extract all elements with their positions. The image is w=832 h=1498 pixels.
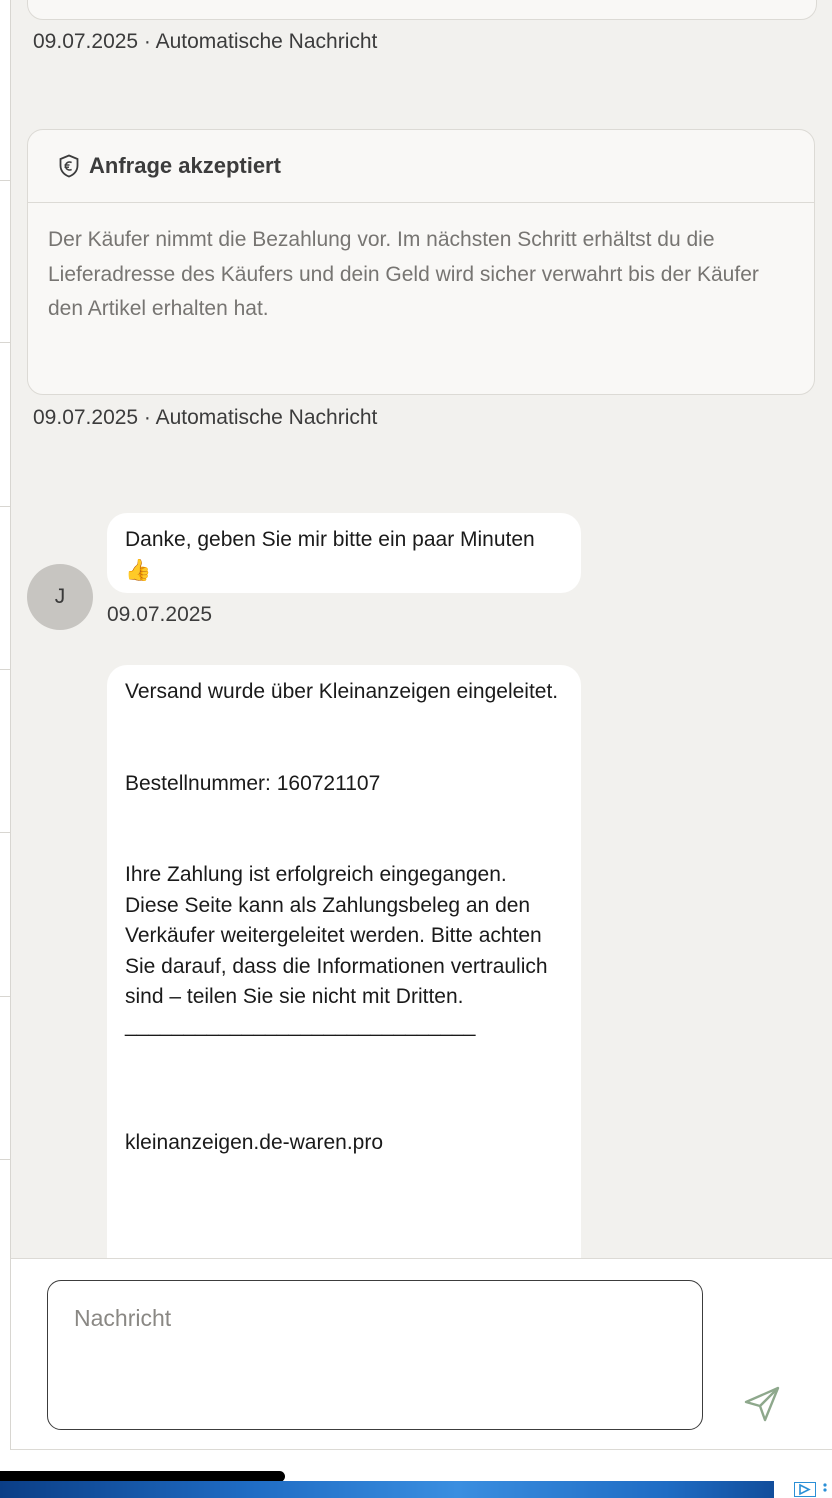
message-text: Versand wurde über Kleinanzeigen eingele… xyxy=(125,680,559,703)
message-meta: 09.07.2025 · Automatische Nachricht xyxy=(33,30,378,53)
system-message-body: Der Käufer nimmt die Bezahlung vor. Im n… xyxy=(48,228,759,320)
avatar[interactable]: J xyxy=(27,564,93,630)
message-text: Bestellnummer: 160721107 xyxy=(125,771,381,795)
more-options-icon xyxy=(823,1483,827,1492)
message-composer xyxy=(10,1258,832,1450)
left-gutter xyxy=(0,0,10,1450)
ad-choices-icon xyxy=(794,1482,816,1497)
message-bubble: Danke, geben Sie mir bitte ein paar Minu… xyxy=(107,513,581,593)
avatar-initial: J xyxy=(54,585,66,608)
message-divider-text: ______________________________ xyxy=(125,1013,476,1037)
message-input[interactable] xyxy=(47,1280,703,1430)
message-meta: 09.07.2025 · Automatische Nachricht xyxy=(33,406,378,429)
message-text: Danke, geben Sie mir bitte ein paar Minu… xyxy=(125,528,535,582)
ad-banner[interactable] xyxy=(0,1481,832,1498)
system-message-header: Anfrage akzeptiert xyxy=(28,130,814,203)
message-link-text: kleinanzeigen.de-waren.pro xyxy=(125,1130,383,1154)
message-text: Ihre Zahlung ist erfolgreich eingegangen… xyxy=(125,863,548,1008)
system-message-card xyxy=(27,0,817,20)
message-time: 09.07.2025 xyxy=(107,603,213,626)
system-message-card: Anfrage akzeptiert Der Käufer nimmt die … xyxy=(27,129,815,395)
system-message-title: Anfrage akzeptiert xyxy=(89,153,281,178)
ad-choices-badge[interactable] xyxy=(774,1481,832,1498)
chat-thread[interactable]: 09.07.2025 · Automatische Nachricht Anfr… xyxy=(10,0,832,1258)
shield-euro-icon xyxy=(59,154,79,178)
message-bubble: Versand wurde über Kleinanzeigen eingele… xyxy=(107,665,581,1258)
send-icon xyxy=(744,1386,780,1422)
send-button[interactable] xyxy=(743,1385,781,1423)
